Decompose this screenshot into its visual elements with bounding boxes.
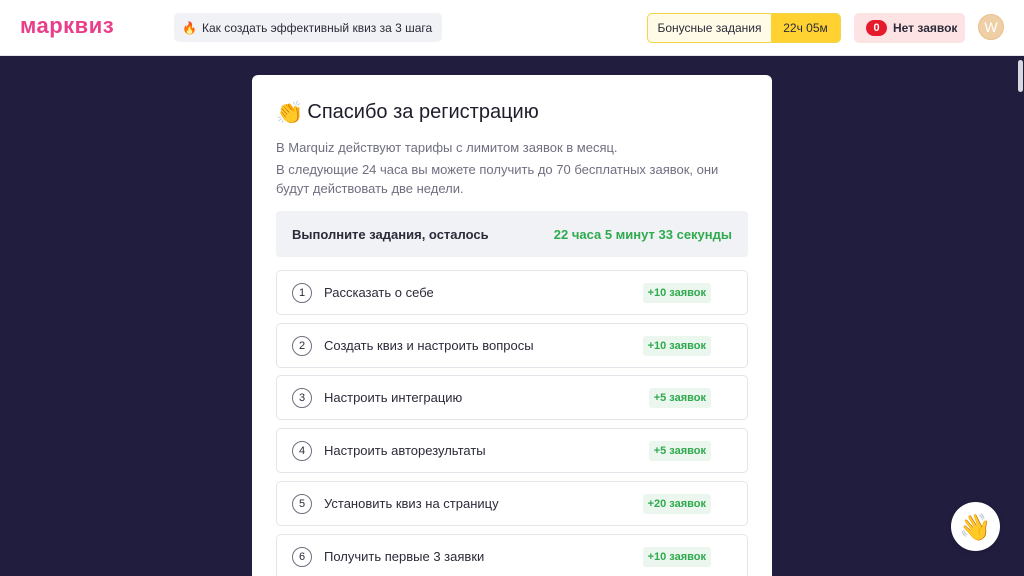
free-leads-info-text: В следующие 24 часа вы можете получить д…	[276, 162, 719, 196]
scrollbar-thumb[interactable]	[1018, 60, 1023, 92]
task-reward-badge: +20 заявок	[642, 494, 711, 514]
marquiz-logo[interactable]: марквиз	[20, 13, 114, 39]
guide-label: Как создать эффективный квиз за 3 шага	[202, 20, 433, 35]
task-reward-badge: +10 заявок	[642, 547, 711, 567]
task-item-2[interactable]: 2 Создать квиз и настроить вопросы +10 з…	[276, 323, 748, 368]
page-scrollbar[interactable]	[1017, 56, 1024, 576]
guide-link[interactable]: 🔥 Как создать эффективный квиз за 3 шага	[174, 13, 443, 42]
task-reward-badge: +10 заявок	[642, 283, 711, 303]
task-name: Настроить авторезультаты	[324, 443, 486, 458]
task-item-1[interactable]: 1 Рассказать о себе +10 заявок	[276, 270, 748, 315]
deadline-label: Выполните задания, осталось	[292, 226, 489, 242]
task-number: 4	[292, 441, 312, 461]
bonus-tasks-label: Бонусные задания	[657, 21, 762, 35]
clapping-hands-icon: 👏	[276, 99, 304, 125]
task-reward-badge: +5 заявок	[648, 388, 711, 408]
card-title-text: Спасибо за регистрацию	[307, 101, 539, 123]
tariff-info-text: В Marquiz действуют тарифы с лимитом зая…	[276, 140, 618, 155]
task-item-4[interactable]: 4 Настроить авторезультаты +5 заявок	[276, 428, 748, 473]
bonus-timer: 22ч 05м	[771, 14, 840, 42]
leads-button[interactable]: 0 Нет заявок	[854, 13, 965, 43]
card-title: 👏 Спасибо за регистрацию	[276, 101, 539, 124]
leads-label: Нет заявок	[893, 21, 958, 35]
help-widget-button[interactable]: 👋	[951, 502, 1000, 551]
task-number: 6	[292, 547, 312, 567]
registration-card: 👏 Спасибо за регистрацию В Marquiz дейст…	[252, 75, 772, 576]
task-name: Установить квиз на страницу	[324, 496, 499, 511]
task-number: 3	[292, 388, 312, 408]
flame-icon: 🔥	[182, 20, 197, 35]
top-bar: марквиз 🔥 Как создать эффективный квиз з…	[0, 0, 1024, 56]
task-reward-badge: +10 заявок	[642, 336, 711, 356]
task-item-6[interactable]: 6 Получить первые 3 заявки +10 заявок	[276, 534, 748, 576]
bonus-tasks-button[interactable]: Бонусные задания 22ч 05м	[647, 13, 841, 43]
task-number: 2	[292, 336, 312, 356]
task-name: Создать квиз и настроить вопросы	[324, 338, 534, 353]
task-item-3[interactable]: 3 Настроить интеграцию +5 заявок	[276, 375, 748, 420]
leads-count-badge: 0	[866, 20, 887, 36]
task-number: 5	[292, 494, 312, 514]
task-item-5[interactable]: 5 Установить квиз на страницу +20 заявок	[276, 481, 748, 526]
task-reward-badge: +5 заявок	[648, 441, 711, 461]
user-avatar[interactable]: W	[978, 14, 1004, 40]
task-name: Рассказать о себе	[324, 285, 434, 300]
deadline-countdown: 22 часа 5 минут 33 секунды	[553, 226, 732, 242]
task-number: 1	[292, 283, 312, 303]
task-name: Получить первые 3 заявки	[324, 549, 485, 564]
deadline-panel: Выполните задания, осталось 22 часа 5 ми…	[276, 211, 748, 257]
task-name: Настроить интеграцию	[324, 390, 463, 405]
waving-hand-icon: 👋	[959, 511, 992, 542]
